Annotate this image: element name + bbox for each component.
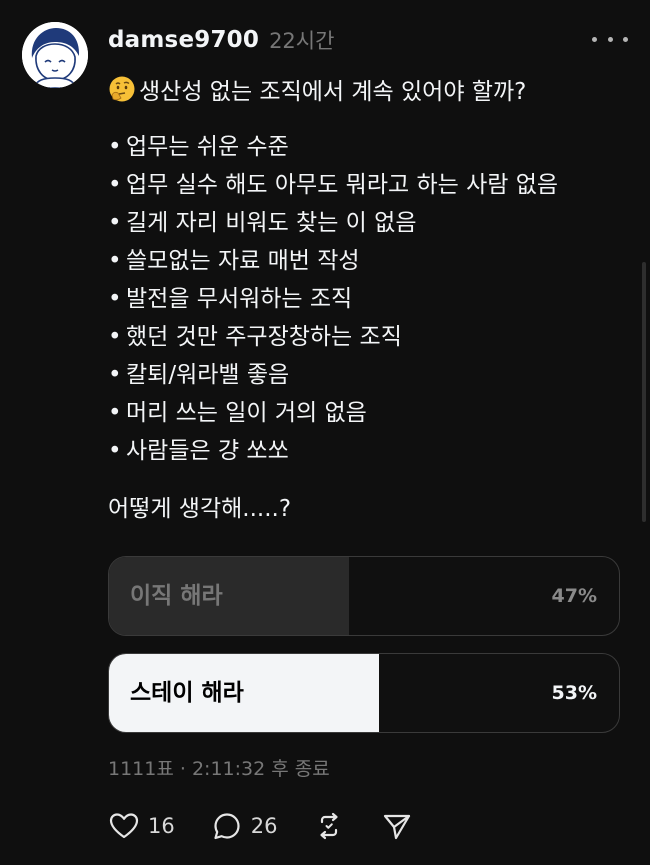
action-bar: 16 26 bbox=[108, 806, 449, 846]
send-icon bbox=[384, 814, 411, 840]
poll-option-leave[interactable]: 이직 해라 47% bbox=[108, 556, 620, 636]
poll-option-label: 스테이 해라 bbox=[130, 680, 244, 706]
share-button[interactable] bbox=[381, 810, 413, 842]
comment-icon bbox=[214, 813, 240, 840]
post-header: damse9700 22시간 bbox=[108, 24, 334, 56]
post-question: 어떻게 생각해.....? bbox=[108, 496, 292, 522]
list-item: • 칼퇴/워라밸 좋음 bbox=[108, 362, 290, 388]
list-item: • 했던 것만 주구장창하는 조직 bbox=[108, 324, 402, 350]
poll-option-label: 이직 해라 bbox=[130, 583, 223, 609]
username[interactable]: damse9700 bbox=[108, 27, 259, 53]
more-dot-icon bbox=[607, 36, 613, 42]
avatar-illustration-icon bbox=[22, 22, 88, 88]
bullet-list: • 업무는 쉬운 수준 • 업무 실수 해도 아무도 뭐라고 하는 사람 없음 • 길… bbox=[108, 128, 558, 470]
poll-meta: 1111표 · 2:11:32 후 종료 bbox=[108, 758, 330, 780]
comment-button[interactable]: 26 bbox=[211, 810, 278, 842]
like-count: 16 bbox=[148, 814, 175, 838]
comment-count: 26 bbox=[250, 814, 278, 838]
repost-icon bbox=[320, 812, 339, 840]
list-item: • 업무 실수 해도 아무도 뭐라고 하는 사람 없음 bbox=[108, 172, 559, 198]
list-item: • 머리 쓰는 일이 거의 없음 bbox=[108, 400, 367, 426]
poll-option-stay[interactable]: 스테이 해라 53% bbox=[108, 653, 620, 733]
post-title: 생산성 없는 조직에서 계속 있어야 할까? bbox=[108, 72, 526, 106]
poll-option-percent: 53% bbox=[551, 682, 597, 704]
list-item: • 발전을 무서워하는 조직 bbox=[108, 286, 353, 312]
more-options-button[interactable] bbox=[592, 26, 628, 52]
list-item: • 사람들은 걍 쏘쏘 bbox=[108, 438, 289, 464]
more-dot-icon bbox=[592, 36, 597, 42]
avatar[interactable] bbox=[22, 22, 88, 88]
poll-option-percent: 47% bbox=[551, 585, 597, 607]
list-item: • 길게 자리 비워도 찾는 이 없음 bbox=[108, 210, 417, 236]
post-title-text: 생산성 없는 조직에서 계속 있어야 할까? bbox=[139, 79, 527, 105]
thinking-face-icon bbox=[109, 76, 135, 102]
repost-button[interactable] bbox=[313, 810, 345, 842]
like-button[interactable]: 16 bbox=[108, 810, 175, 842]
scrollbar[interactable] bbox=[642, 262, 646, 522]
list-item: • 쓸모없는 자료 매번 작성 bbox=[108, 248, 360, 274]
more-dot-icon bbox=[623, 36, 628, 42]
list-item: • 업무는 쉬운 수준 bbox=[108, 134, 289, 160]
thread-post: damse9700 22시간 생산성 없는 조직에서 계속 있어야 할까? • 업… bbox=[0, 0, 650, 865]
timestamp: 22시간 bbox=[269, 29, 335, 53]
heart-icon bbox=[109, 813, 139, 839]
